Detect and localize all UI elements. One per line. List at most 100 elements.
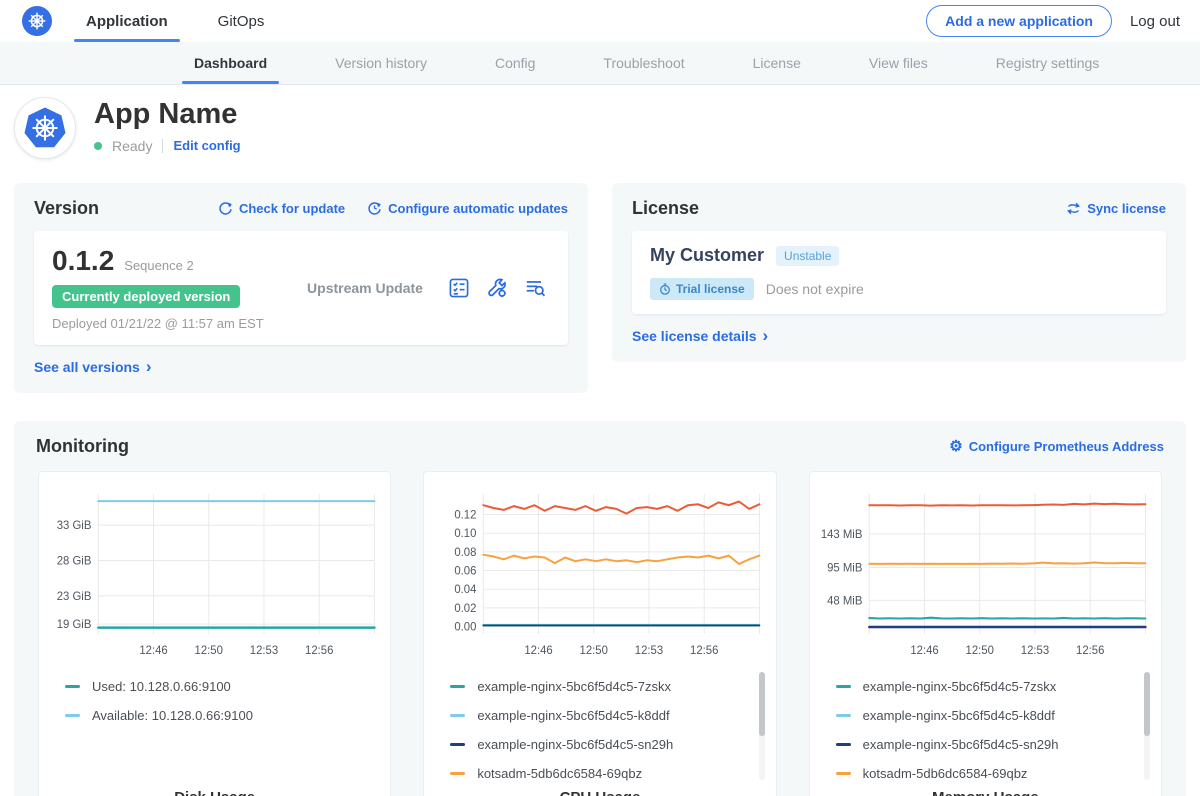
legend-item: kotsadm-5db6dc6584-69qbz [836,759,1139,784]
license-panel: License Sync license My Customer Unstabl… [612,183,1186,362]
disk-usage-plot: 19 GiB23 GiB28 GiB33 GiB12:4612:5012:531… [47,482,382,664]
legend-item: example-nginx-5bc6f5d4c5-k8ddf [450,701,753,730]
view-logs-icon[interactable] [524,277,546,299]
legend-label: example-nginx-5bc6f5d4c5-sn29h [477,737,673,752]
configure-prometheus-link[interactable]: ⚙ Configure Prometheus Address [949,439,1164,454]
legend-label: Used: 10.128.0.66:9100 [92,679,231,694]
subnav-tab-version-history[interactable]: Version history [329,42,433,84]
subnav-tab-registry-settings[interactable]: Registry settings [990,42,1105,84]
svg-text:143 MiB: 143 MiB [820,528,862,540]
license-type-badge: Trial license [650,278,754,300]
config-wrench-icon[interactable] [486,277,508,299]
kubernetes-app-icon [23,106,67,150]
memory-usage-legend[interactable]: example-nginx-5bc6f5d4c5-7zskx example-ng… [818,668,1153,784]
legend-label: example-nginx-5bc6f5d4c5-sn29h [863,737,1059,752]
svg-text:12:50: 12:50 [195,644,223,656]
license-expiry: Does not expire [766,281,864,297]
version-panel: Version Check for update [14,183,588,393]
legend-scrollbar-thumb[interactable] [1144,672,1150,736]
monitoring-title: Monitoring [36,436,129,457]
svg-text:12:56: 12:56 [305,644,333,656]
current-version-card: 0.1.2 Sequence 2 Currently deployed vers… [34,231,568,345]
legend-item: example-nginx-5bc6f5d4c5-k8ddf [836,701,1139,730]
gear-icon: ⚙ [949,439,962,454]
topnav-tab-application[interactable]: Application [82,0,172,42]
legend-item: example-nginx-5bc6f5d4c5-sn29h [450,730,753,759]
preflight-checks-icon[interactable] [448,277,470,299]
app-avatar [14,97,76,159]
cpu-usage-plot: 0.000.020.040.060.080.100.1212:4612:5012… [432,482,767,664]
edit-config-link[interactable]: Edit config [173,138,240,153]
chevron-right-icon: › [146,358,152,375]
license-panel-title: License [632,198,699,219]
svg-text:12:46: 12:46 [910,644,938,656]
subnav-tab-troubleshoot[interactable]: Troubleshoot [597,42,690,84]
svg-text:0.06: 0.06 [455,565,477,577]
subnav-tab-config[interactable]: Config [489,42,541,84]
legend-color-dash [65,685,80,688]
svg-text:12:46: 12:46 [525,644,553,656]
svg-text:12:50: 12:50 [580,644,608,656]
svg-text:23 GiB: 23 GiB [57,590,92,602]
status-dot [94,142,102,150]
svg-text:0.12: 0.12 [455,509,477,521]
license-details-card: My Customer Unstable Trial license Does … [632,231,1166,314]
svg-text:12:56: 12:56 [690,644,718,656]
svg-text:12:53: 12:53 [1020,644,1048,656]
svg-text:12:53: 12:53 [250,644,278,656]
chart-title: Memory Usage [818,789,1153,796]
legend-label: example-nginx-5bc6f5d4c5-7zskx [863,679,1057,694]
sync-icon [1066,202,1081,215]
legend-color-dash [836,772,851,775]
page-title: App Name [94,99,241,131]
version-source: Upstream Update [282,280,448,296]
legend-label: example-nginx-5bc6f5d4c5-7zskx [477,679,671,694]
deployed-badge: Currently deployed version [52,285,240,308]
legend-scrollbar-thumb[interactable] [759,672,765,736]
topnav-tab-gitops[interactable]: GitOps [214,0,269,42]
sequence-label: Sequence 2 [124,258,193,273]
subnav-tab-license[interactable]: License [747,42,807,84]
see-license-details-link[interactable]: See license details › [632,327,768,344]
svg-text:0.04: 0.04 [455,584,478,596]
see-all-versions-link[interactable]: See all versions › [34,358,152,375]
configure-auto-updates-link[interactable]: Configure automatic updates [367,201,568,216]
legend-item: Used: 10.128.0.66:9100 [65,672,368,701]
subnav-tab-dashboard[interactable]: Dashboard [188,42,273,84]
chart-card-memory-usage: 48 MiB95 MiB143 MiB12:4612:5012:5312:56e… [809,471,1162,796]
cpu-usage-legend[interactable]: example-nginx-5bc6f5d4c5-7zskx example-ng… [432,668,767,784]
add-application-button[interactable]: Add a new application [926,5,1112,37]
topnav-tabs: Application GitOps [82,0,310,42]
legend-item: example-nginx-5bc6f5d4c5-7zskx [836,672,1139,701]
channel-badge: Unstable [776,246,839,266]
memory-usage-plot: 48 MiB95 MiB143 MiB12:4612:5012:5312:56 [818,482,1153,664]
app-header: App Name Ready Edit config [0,85,1200,173]
sync-license-link[interactable]: Sync license [1066,201,1166,216]
subnav-tab-view-files[interactable]: View files [863,42,934,84]
legend-item: example-nginx-5bc6f5d4c5-7zskx [450,672,753,701]
check-for-update-link[interactable]: Check for update [218,201,345,216]
chart-card-cpu-usage: 0.000.020.040.060.080.100.1212:4612:5012… [423,471,776,796]
svg-text:12:56: 12:56 [1076,644,1104,656]
legend-color-dash [450,772,465,775]
timer-icon [659,283,671,295]
top-nav: ApplicationGitOps Add a new application … [0,0,1200,42]
legend-color-dash [65,714,80,717]
legend-label: kotsadm-5db6dc6584-69qbz [863,766,1028,781]
logout-button[interactable]: Log out [1130,13,1180,30]
customer-name: My Customer [650,245,764,266]
chart-title: Disk Usage [47,789,382,796]
svg-text:0.08: 0.08 [455,546,477,558]
svg-text:48 MiB: 48 MiB [827,595,862,607]
chevron-right-icon: › [763,327,769,344]
svg-text:19 GiB: 19 GiB [57,619,92,631]
legend-item: kotsadm-5db6dc6584-69qbz [450,759,753,784]
svg-text:12:46: 12:46 [139,644,167,656]
legend-label: Available: 10.128.0.66:9100 [92,708,253,723]
version-panel-title: Version [34,198,99,219]
svg-text:28 GiB: 28 GiB [57,555,92,567]
svg-text:0.10: 0.10 [455,528,477,540]
version-number: 0.1.2 [52,245,114,277]
disk-usage-legend: Used: 10.128.0.66:9100 Available: 10.128.… [47,668,382,784]
legend-color-dash [836,714,851,717]
